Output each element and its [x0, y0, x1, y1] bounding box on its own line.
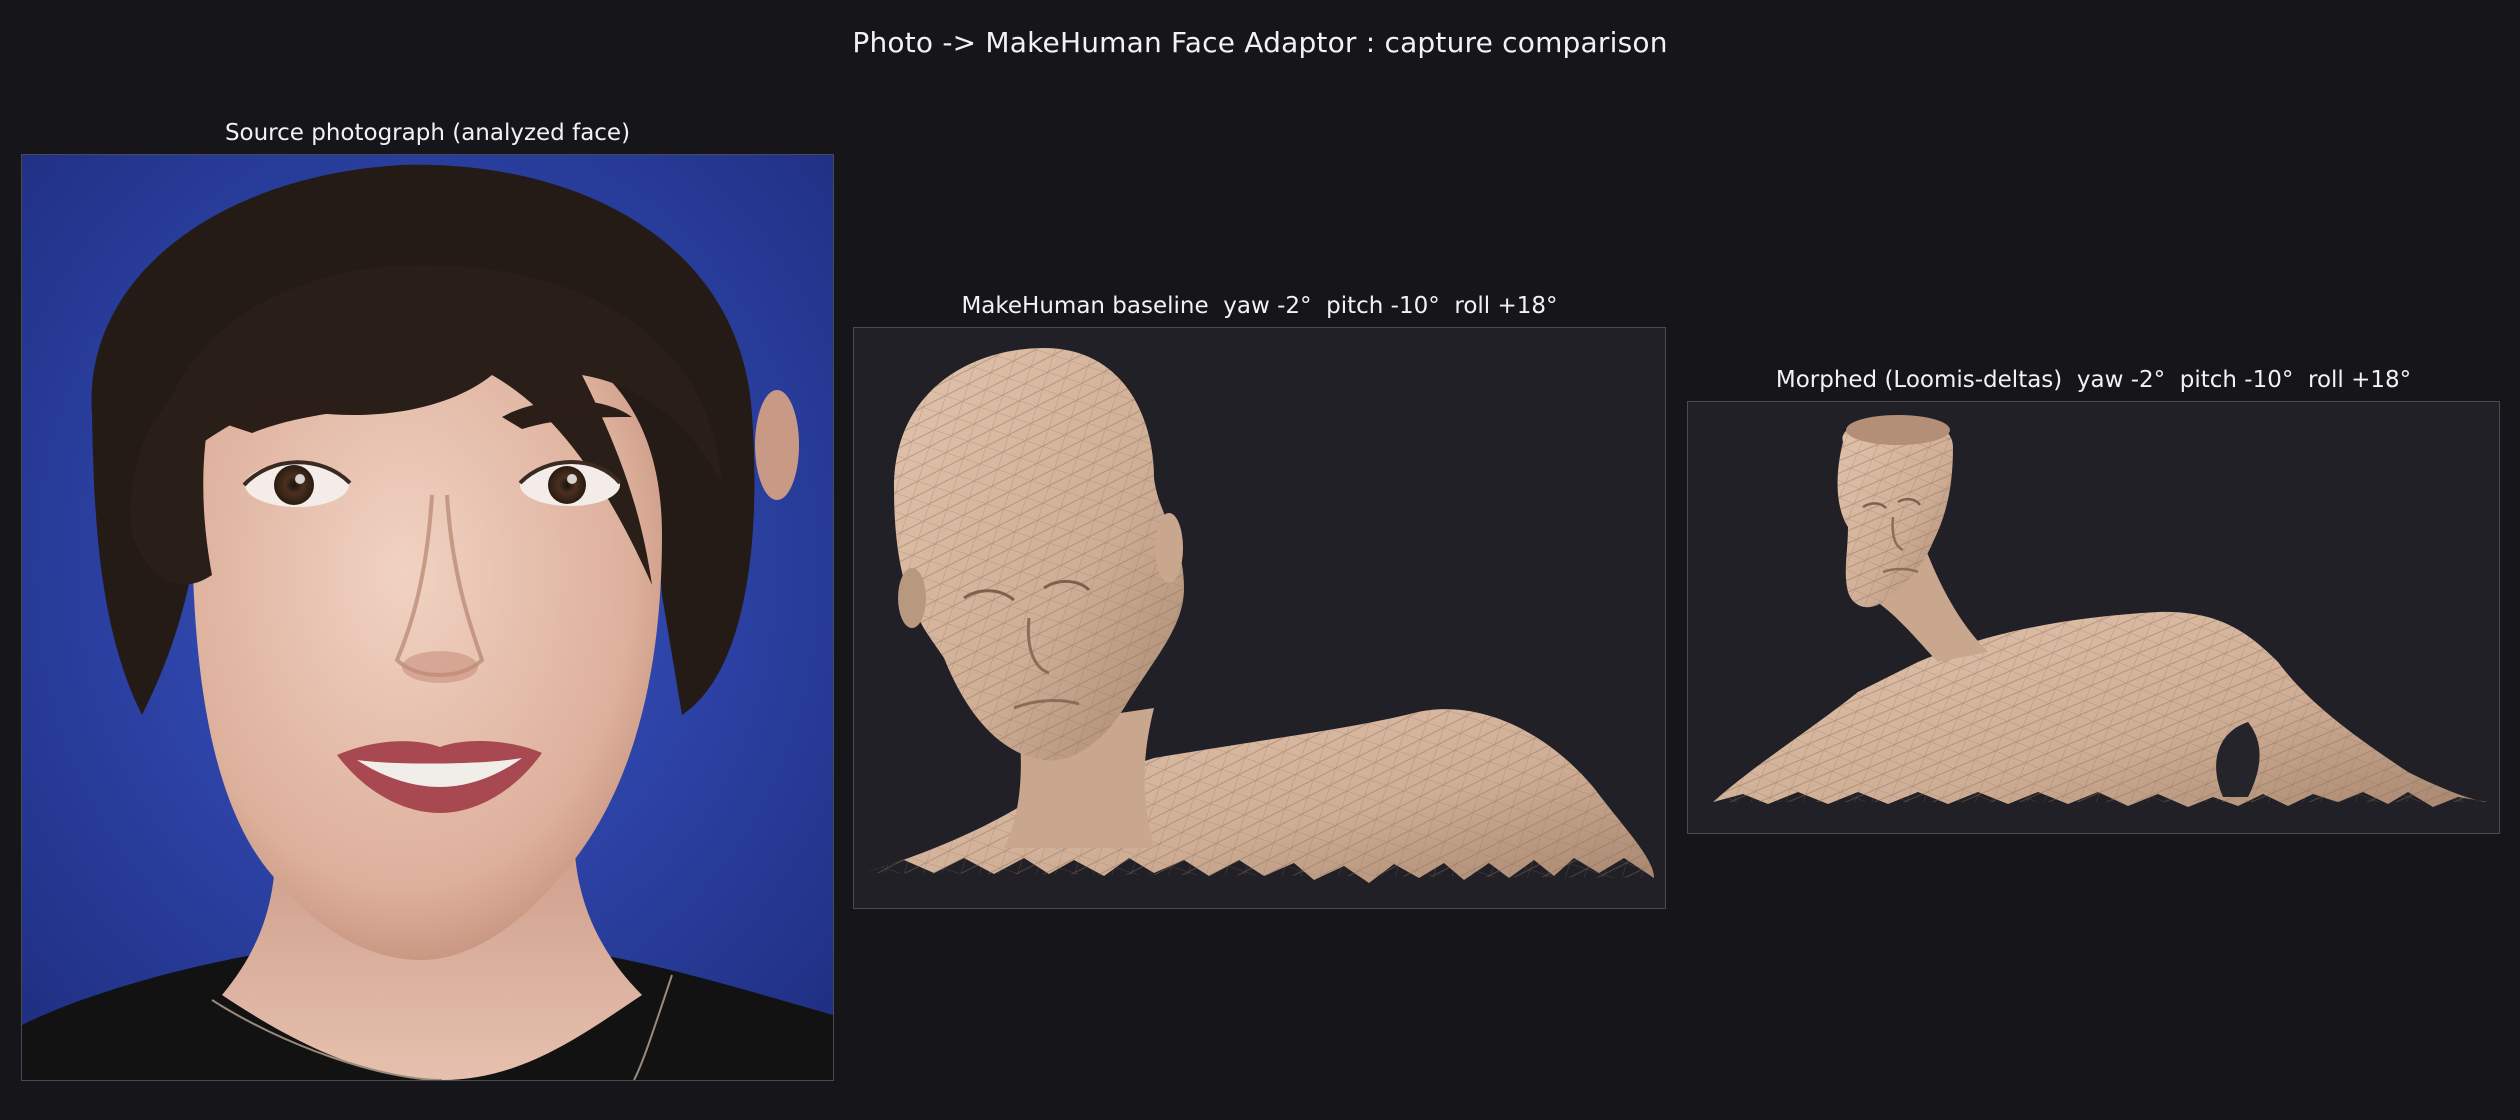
baseline-head-mesh: [864, 348, 1654, 883]
morphed-render-viewport: [1687, 401, 2500, 834]
comparison-figure: Photo -> MakeHuman Face Adaptor : captur…: [0, 0, 2520, 1120]
baseline-render-viewport: [853, 327, 1666, 909]
portrait-image: [22, 155, 833, 1080]
source-photograph: [21, 154, 834, 1081]
morphed-render-title: Morphed (Loomis-deltas) yaw -2° pitch -1…: [1775, 367, 2412, 393]
source-photo-title: Source photograph (analyzed face): [224, 120, 631, 146]
figure-title: Photo -> MakeHuman Face Adaptor : captur…: [852, 26, 1668, 59]
baseline-render-title: MakeHuman baseline yaw -2° pitch -10° ro…: [961, 293, 1558, 319]
morphed-head-mesh: [1713, 415, 2488, 807]
